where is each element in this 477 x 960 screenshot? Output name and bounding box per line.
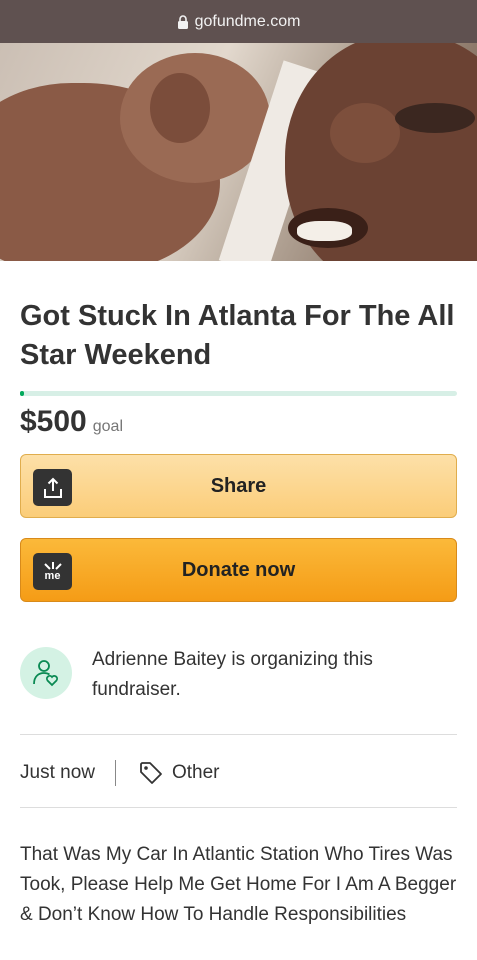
progress-bar [20,391,457,396]
created-time: Just now [20,762,95,783]
logo-text: me [44,569,61,582]
goal-amount: $500 [20,405,87,438]
donate-button[interactable]: me Donate now [20,538,457,602]
meta-separator [114,760,116,786]
campaign-photo [0,43,477,261]
progress-fill [20,391,25,396]
campaign-meta: Just now Other [20,758,220,788]
goal-summary: $500 goal [20,405,123,439]
lock-icon [177,14,188,29]
campaign-story: That Was My Car In Atlantic Station Who … [20,844,457,925]
tag-icon [140,762,162,784]
gofundme-logo-icon: me [33,553,72,590]
share-button[interactable]: Share [20,454,457,518]
organizer-text: Adrienne Baitey is organizing this fundr… [92,649,373,700]
campaign-title: Got Stuck In Atlanta For The All Star We… [20,300,455,371]
goal-label: goal [92,418,123,435]
donate-label: Donate now [181,558,296,581]
divider [20,734,457,735]
share-icon [33,469,72,506]
category-link[interactable]: Other [172,762,220,784]
user-heart-icon [33,660,58,687]
address-bar[interactable]: gofundme.com [0,0,477,43]
organizer-avatar [20,647,72,699]
url-text: gofundme.com [194,12,301,30]
share-label: Share [210,474,267,497]
divider [20,807,457,808]
